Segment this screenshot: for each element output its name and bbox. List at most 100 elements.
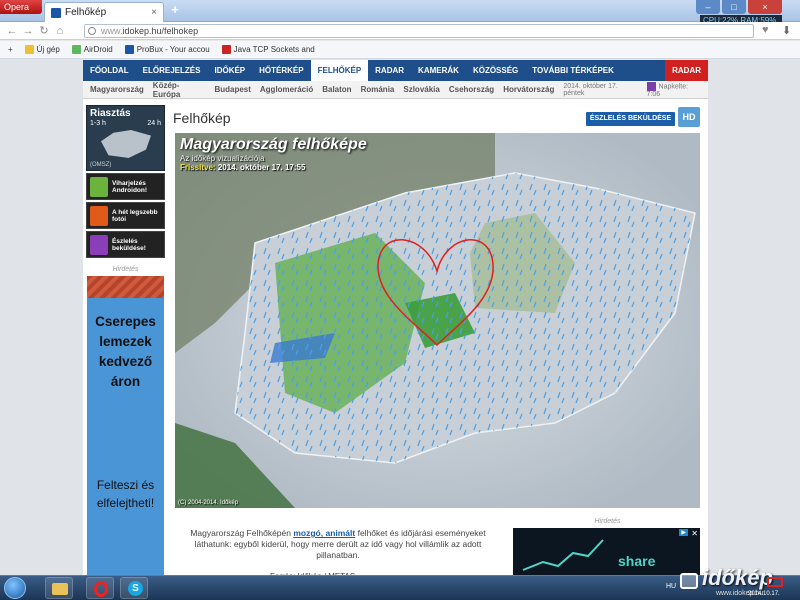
folder-icon (52, 583, 68, 595)
sidebox-report[interactable]: Észlelés beküldése! (86, 231, 165, 258)
start-button[interactable] (4, 577, 26, 599)
sidebox-label: A hét legszebb fotói (112, 208, 158, 223)
opera-menu-button[interactable]: Opera (0, 0, 42, 14)
bookmark-1[interactable]: AirDroid (71, 45, 113, 54)
region-budapest[interactable]: Budapest (214, 85, 250, 94)
nav-elorejelzes[interactable]: ELŐREJELZÉS (136, 60, 208, 81)
cloud-map-svg (175, 133, 700, 508)
bookmark-3[interactable]: Java TCP Sockets and (221, 45, 315, 54)
bottom-ad[interactable]: share ▶ ✕ (513, 528, 700, 576)
page-title: Felhőkép (173, 110, 231, 126)
add-bookmark-icon[interactable]: + (8, 45, 13, 54)
region-magyarorszag[interactable]: Magyarország (90, 85, 144, 94)
bookmark-heart-icon[interactable]: ♥ (762, 24, 769, 36)
main-navigation: FŐOLDAL ELŐREJELZÉS IDŐKÉP HŐTÉRKÉP FELH… (83, 60, 708, 81)
nav-felhokep[interactable]: FELHŐKÉP (310, 60, 369, 81)
sunrise-info: Napkelte: 7:06 (646, 81, 689, 98)
home-icon[interactable]: ⌂ (52, 25, 68, 37)
alert-range-long: 24 h (147, 120, 161, 127)
folder-icon (24, 45, 34, 54)
adchoices-icon[interactable]: ▶ (679, 529, 688, 536)
region-romania[interactable]: Románia (361, 85, 395, 94)
sidebar: Riasztás 1-3 h 24 h (OMSZ) Viharjelzés A… (86, 105, 165, 258)
roof-image (87, 276, 164, 298)
current-date: 2014. október 17. péntek (563, 82, 618, 97)
omsz-label: (OMSZ) (90, 162, 112, 168)
ad2-label: Hirdetés (594, 518, 621, 525)
android-icon (90, 176, 108, 197)
maximize-button[interactable]: □ (722, 0, 746, 14)
animated-link[interactable]: mozgó, animált (293, 528, 355, 538)
region-szlovakia[interactable]: Szlovákia (403, 85, 439, 94)
region-agglomeracio[interactable]: Agglomeráció (260, 85, 313, 94)
bookmarks-bar: + Új gép AirDroid ProBux - Your accou Ja… (0, 41, 800, 59)
ad-label: Hirdetés (112, 266, 139, 273)
hungary-mini-map (101, 130, 151, 158)
sidebox-photos[interactable]: A hét legszebb fotói (86, 202, 165, 229)
map-updated: Frissítve: 2014. október 17. 17:55 (180, 163, 306, 172)
region-kozep-europa[interactable]: Közép-Európa (153, 81, 206, 99)
nav-hoterkep[interactable]: HŐTÉRKÉP (252, 60, 310, 81)
taskbar-skype[interactable]: S (120, 577, 148, 599)
ad-headline: Cserepes lemezek kedvező áron (95, 314, 156, 389)
tab-felhokep[interactable]: Felhőkép × (44, 2, 164, 22)
person-icon (90, 234, 108, 255)
nav-fooldal[interactable]: FŐOLDAL (83, 60, 136, 81)
url-input[interactable]: www.idokep.hu/felhokep (84, 24, 754, 38)
nav-kamerak[interactable]: KAMERÁK (411, 60, 466, 81)
language-indicator[interactable]: HU (666, 583, 676, 590)
sunrise-icon (646, 81, 656, 91)
skype-icon: S (128, 581, 143, 596)
region-subnav: Magyarország Közép-Európa Budapest Agglo… (83, 81, 708, 99)
nav-radar-highlight[interactable]: RADAR (665, 60, 708, 81)
alert-widget[interactable]: Riasztás 1-3 h 24 h (OMSZ) (86, 105, 165, 171)
nav-kozosseg[interactable]: KÖZÖSSÉG (466, 60, 525, 81)
ad-slogan: Felteszi és elfelejtheti! (96, 478, 155, 510)
region-horvatorszag[interactable]: Horvátország (503, 85, 554, 94)
bookmark-2[interactable]: ProBux - Your accou (124, 45, 210, 54)
sidebox-label: Észlelés beküldése! (112, 237, 146, 252)
nav-radar[interactable]: RADAR (368, 60, 411, 81)
camera-icon (90, 205, 108, 226)
show-desktop-button[interactable] (767, 577, 783, 587)
java-icon (221, 45, 231, 54)
idokep-favicon-icon (51, 7, 61, 18)
alert-title: Riasztás (90, 108, 131, 119)
report-observation-button[interactable]: ÉSZLELÉS BEKÜLDÉSE (586, 112, 675, 126)
ad-chart-graphic (522, 539, 604, 571)
map-title: Magyarország felhőképe (180, 136, 367, 153)
sidebox-label: Viharjelzés Androidon! (112, 179, 148, 194)
alert-range-short: 1-3 h (90, 120, 106, 127)
tab-title: Felhőkép (65, 7, 107, 18)
region-balaton[interactable]: Balaton (322, 85, 351, 94)
cloud-map[interactable] (175, 133, 700, 508)
close-window-button[interactable]: × (748, 0, 782, 14)
taskbar-explorer[interactable] (45, 577, 73, 599)
window-controls: – □ × (694, 0, 800, 14)
opera-icon (94, 581, 108, 597)
reload-icon[interactable]: ↻ (36, 24, 52, 37)
tab-close-icon[interactable]: × (151, 7, 157, 18)
minimize-button[interactable]: – (696, 0, 720, 14)
tray-clock: 2014.10.17. (748, 591, 780, 597)
probux-icon (124, 45, 134, 54)
taskbar-opera[interactable] (86, 577, 114, 599)
ad-close-icon[interactable]: ✕ (691, 529, 698, 538)
airdroid-icon (71, 45, 81, 54)
forward-icon[interactable]: → (20, 25, 36, 37)
sidebar-ad[interactable]: Cserepes lemezek kedvező áron Felteszi é… (87, 276, 164, 576)
nav-tovabbi-terkepek[interactable]: TOVÁBBI TÉRKÉPEK (525, 60, 621, 81)
globe-icon (88, 27, 96, 35)
address-bar: ← → ↻ ⌂ www.idokep.hu/felhokep ♥ ⬇ (0, 22, 800, 40)
new-tab-button[interactable]: + (168, 3, 182, 18)
sidebox-android[interactable]: Viharjelzés Androidon! (86, 173, 165, 200)
map-copyright: (C) 2004-2014. Időkép (178, 500, 239, 506)
region-csehorszag[interactable]: Csehország (449, 85, 494, 94)
ad2-text: share (618, 553, 656, 569)
bookmark-0[interactable]: Új gép (24, 45, 60, 54)
map-description: Magyarország Felhőképén mozgó, animált f… (190, 528, 486, 560)
hd-toggle-button[interactable]: HD (678, 107, 700, 127)
download-icon[interactable]: ⬇ (782, 24, 791, 37)
nav-idokep[interactable]: IDŐKÉP (207, 60, 252, 81)
back-icon[interactable]: ← (4, 25, 20, 37)
